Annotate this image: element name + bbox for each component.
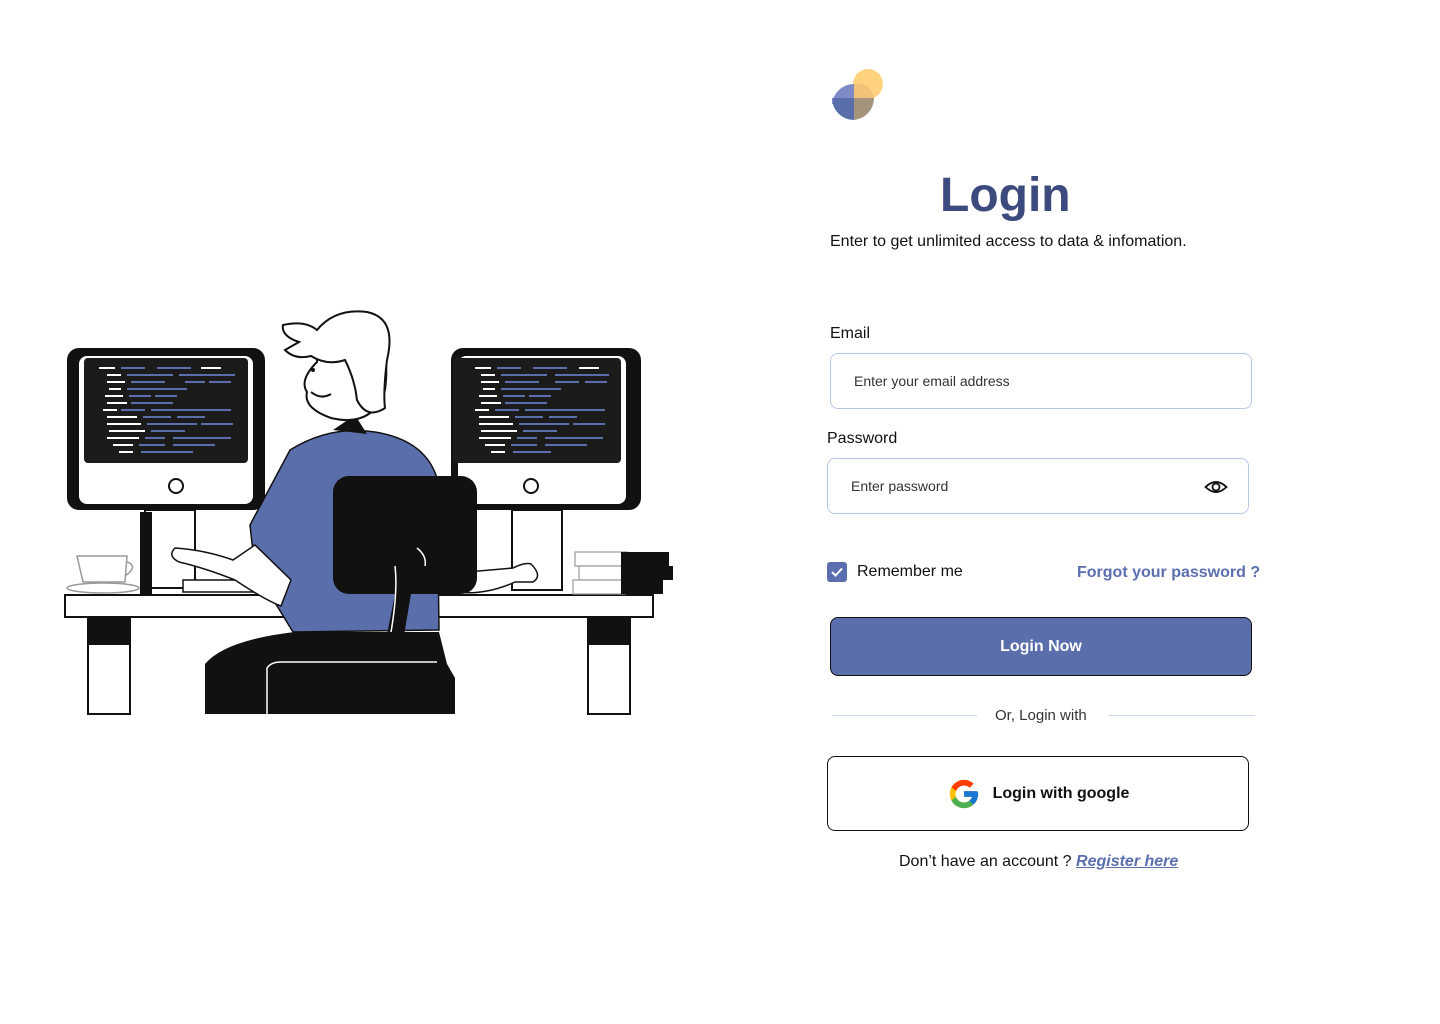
email-input[interactable] <box>854 354 1194 408</box>
divider-line-right <box>1109 715 1255 716</box>
page-title: Login <box>940 169 1071 222</box>
developer-at-desk-illustration <box>64 310 673 715</box>
divider-text: Or, Login with <box>995 707 1087 724</box>
page-subtitle: Enter to get unlimited access to data & … <box>830 233 1187 250</box>
google-icon <box>949 779 978 808</box>
email-label: Email <box>830 325 871 342</box>
register-link[interactable]: Register here <box>1076 853 1178 870</box>
remember-me-label[interactable]: Remember me <box>857 563 963 581</box>
forgot-password-link[interactable]: Forgot your password ? <box>1077 564 1260 582</box>
login-now-button[interactable]: Login Now <box>830 617 1252 676</box>
password-label: Password <box>827 430 898 447</box>
brand-logo-icon <box>832 69 883 120</box>
google-button-label: Login with google <box>992 784 1130 802</box>
login-page: Login Enter to get unlimited access to d… <box>0 0 1440 1024</box>
register-prompt: Don’t have an account ? Register here <box>899 853 1178 871</box>
password-field <box>827 458 1249 514</box>
divider-line-left <box>832 715 977 716</box>
register-prompt-text: Don’t have an account ? <box>899 853 1072 870</box>
password-input[interactable] <box>851 459 1191 513</box>
email-field <box>830 353 1252 409</box>
check-icon[interactable] <box>827 562 847 582</box>
eye-icon[interactable] <box>1204 475 1228 499</box>
remember-me-checkbox[interactable]: Remember me <box>827 562 963 582</box>
login-with-google-button[interactable]: Login with google <box>827 756 1249 831</box>
